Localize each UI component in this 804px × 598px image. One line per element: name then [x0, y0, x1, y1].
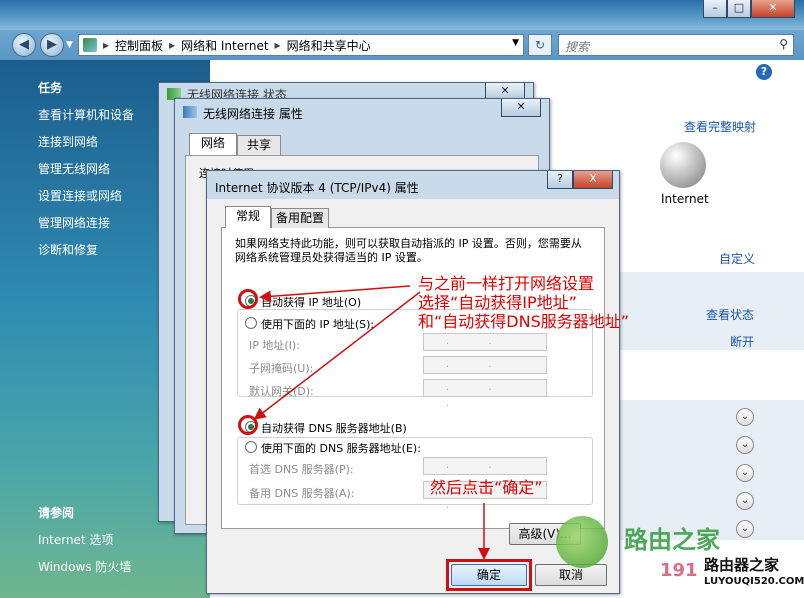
arrow-to-auto-dns [253, 291, 421, 420]
watermark-url: LUYOUQI520.COM [704, 576, 804, 587]
annotation-line-4: 然后点击“确定” [430, 478, 543, 497]
arrow-to-auto-ip [259, 285, 411, 303]
annotation-line-1: 与之前一样打开网络设置 [418, 274, 595, 293]
annotation-line-3: 和“自动获得DNS服务器地址” [418, 312, 630, 331]
watermark-number: 191 [660, 560, 698, 581]
watermark-logo-icon [556, 516, 608, 568]
annotation-arrows [253, 285, 490, 560]
watermark-text: 路由之家 [624, 526, 720, 554]
watermark-brand: 路由器之家 [704, 556, 780, 574]
annotation-line-2: 选择“自动获得IP地址” [418, 293, 577, 312]
